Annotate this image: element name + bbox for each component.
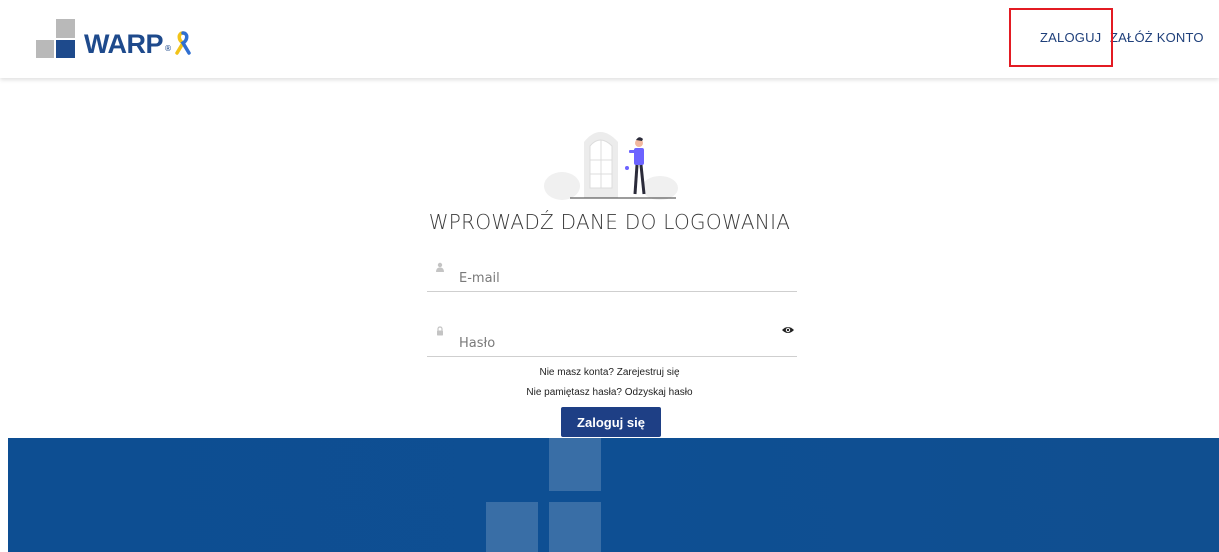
login-button[interactable]: Zaloguj się <box>561 407 661 437</box>
banner-square-left <box>486 502 538 552</box>
forgot-password-link[interactable]: Nie pamiętasz hasła? Odzyskaj hasło <box>526 387 692 398</box>
email-input[interactable] <box>459 271 759 286</box>
register-link[interactable]: Nie masz konta? Zarejestruj się <box>539 367 679 378</box>
logo-mark-icon <box>36 19 76 59</box>
login-title: WPROWADŹ DANE DO LOGOWANIA <box>428 210 791 234</box>
nav-register-link[interactable]: ZAŁÓŻ KONTO <box>1110 30 1204 45</box>
footer-banner <box>8 438 1219 552</box>
eye-icon[interactable] <box>781 325 795 335</box>
highlight-box <box>1009 8 1113 67</box>
door-person-illustration <box>544 132 678 200</box>
password-field <box>427 322 797 357</box>
lock-icon <box>437 326 443 336</box>
forgot-password-hint: Nie pamiętasz hasła? Odzyskaj hasło <box>0 387 1219 398</box>
warp-logo[interactable]: WARP ® <box>36 17 192 59</box>
logo-registered-mark: ® <box>164 44 172 53</box>
logo-text: WARP <box>84 29 164 59</box>
ukraine-ribbon-icon <box>175 31 191 55</box>
banner-square-top <box>549 438 601 491</box>
email-field <box>427 258 797 292</box>
password-input[interactable] <box>459 336 759 351</box>
user-icon <box>436 262 444 272</box>
register-hint: Nie masz konta? Zarejestruj się <box>0 367 1219 378</box>
site-header: WARP ® ZALOGUJ ZAŁÓŻ KONTO <box>0 0 1219 78</box>
banner-square-right <box>549 502 601 552</box>
